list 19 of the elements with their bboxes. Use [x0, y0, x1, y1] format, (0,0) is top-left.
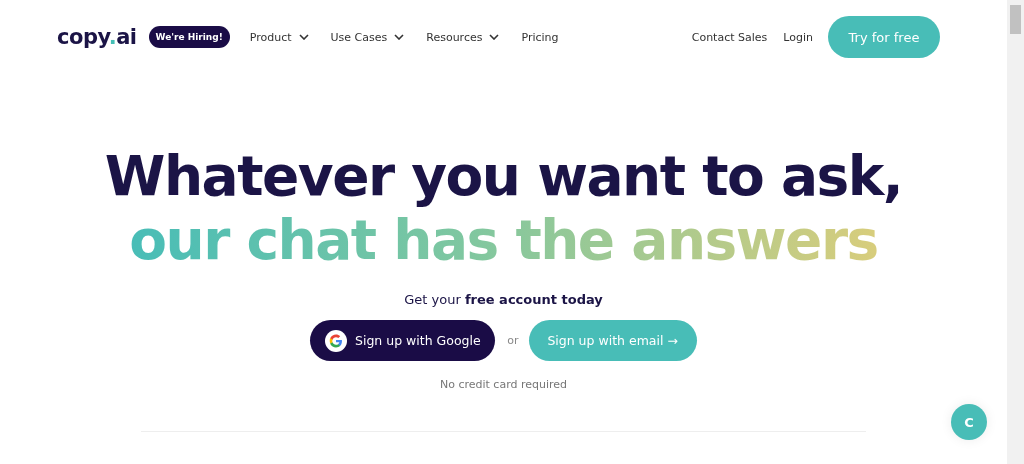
nav-link[interactable]: Login	[783, 30, 813, 44]
logo[interactable]: copy.ai	[57, 25, 137, 49]
signup-prompt: Get your free account today	[404, 292, 603, 307]
chevron-down-icon	[298, 34, 309, 40]
nav-link[interactable]: Contact Sales	[691, 30, 768, 44]
nav-link[interactable]: Resources	[426, 30, 500, 44]
scrollbar[interactable]	[1007, 0, 1024, 464]
separator-text: or	[507, 334, 519, 347]
hiring-badge[interactable]: We're Hiring!	[148, 26, 230, 48]
note-text: No credit card required	[439, 378, 568, 391]
headline: Whatever you want to ask,	[104, 144, 903, 208]
nav-link[interactable]: Product	[249, 30, 309, 44]
chevron-down-icon	[489, 34, 500, 40]
nav-link[interactable]: Pricing	[521, 30, 559, 44]
google-icon	[325, 329, 348, 352]
scrollbar-thumb[interactable]	[1010, 5, 1021, 34]
chevron-down-icon	[394, 34, 405, 40]
nav-link[interactable]: Use Cases	[330, 30, 405, 44]
google-signup-button[interactable]: Sign up with Google	[310, 320, 496, 361]
